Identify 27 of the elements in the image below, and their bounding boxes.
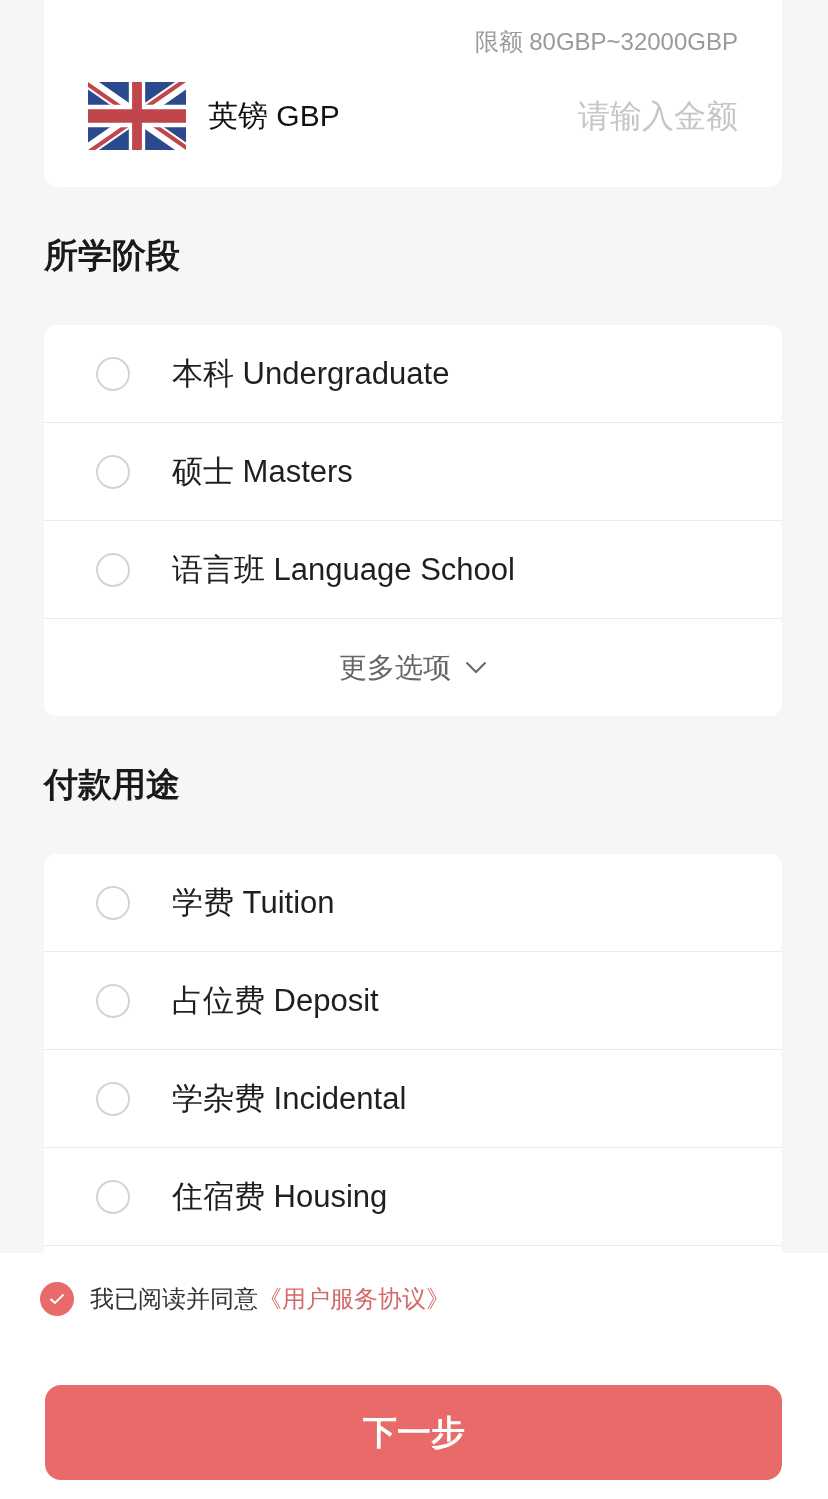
radio-button[interactable] — [96, 1081, 130, 1116]
currency-label: 英镑 GBP — [208, 97, 340, 134]
option-label: 语言班 Language School — [172, 550, 515, 589]
radio-button[interactable] — [96, 552, 130, 587]
option-label: 学杂费 Incidental — [172, 1079, 407, 1118]
terms-link[interactable]: 《用户服务协议》 — [258, 1283, 450, 1315]
next-button[interactable]: 下一步 — [45, 1385, 782, 1480]
union-jack-flag-icon — [88, 82, 186, 150]
section-title: 付款用途 — [44, 764, 181, 805]
limit-text: 限额 80GBP~32000GBP — [474, 27, 738, 57]
radio-button[interactable] — [96, 885, 130, 920]
option-label: 硕士 Masters — [172, 452, 353, 491]
option-label: 住宿费 Housing — [172, 1177, 388, 1216]
option-label: 学费 Tuition — [172, 883, 335, 922]
option-label: 本科 Undergraduate — [172, 354, 450, 393]
agreement-text: 我已阅读并同意 — [90, 1284, 258, 1314]
agree-checkbox[interactable] — [40, 1282, 74, 1316]
radio-button[interactable] — [96, 983, 130, 1018]
amount-input[interactable]: 请输入金额 — [538, 97, 738, 135]
chevron-down-icon — [465, 661, 487, 674]
more-options-button[interactable]: 更多选项 — [339, 648, 487, 687]
radio-button[interactable] — [96, 454, 130, 489]
radio-button[interactable] — [96, 356, 130, 391]
radio-button[interactable] — [96, 1179, 130, 1214]
check-icon — [49, 1293, 65, 1305]
option-label: 占位费 Deposit — [172, 981, 379, 1020]
section-title: 所学阶段 — [44, 235, 181, 276]
